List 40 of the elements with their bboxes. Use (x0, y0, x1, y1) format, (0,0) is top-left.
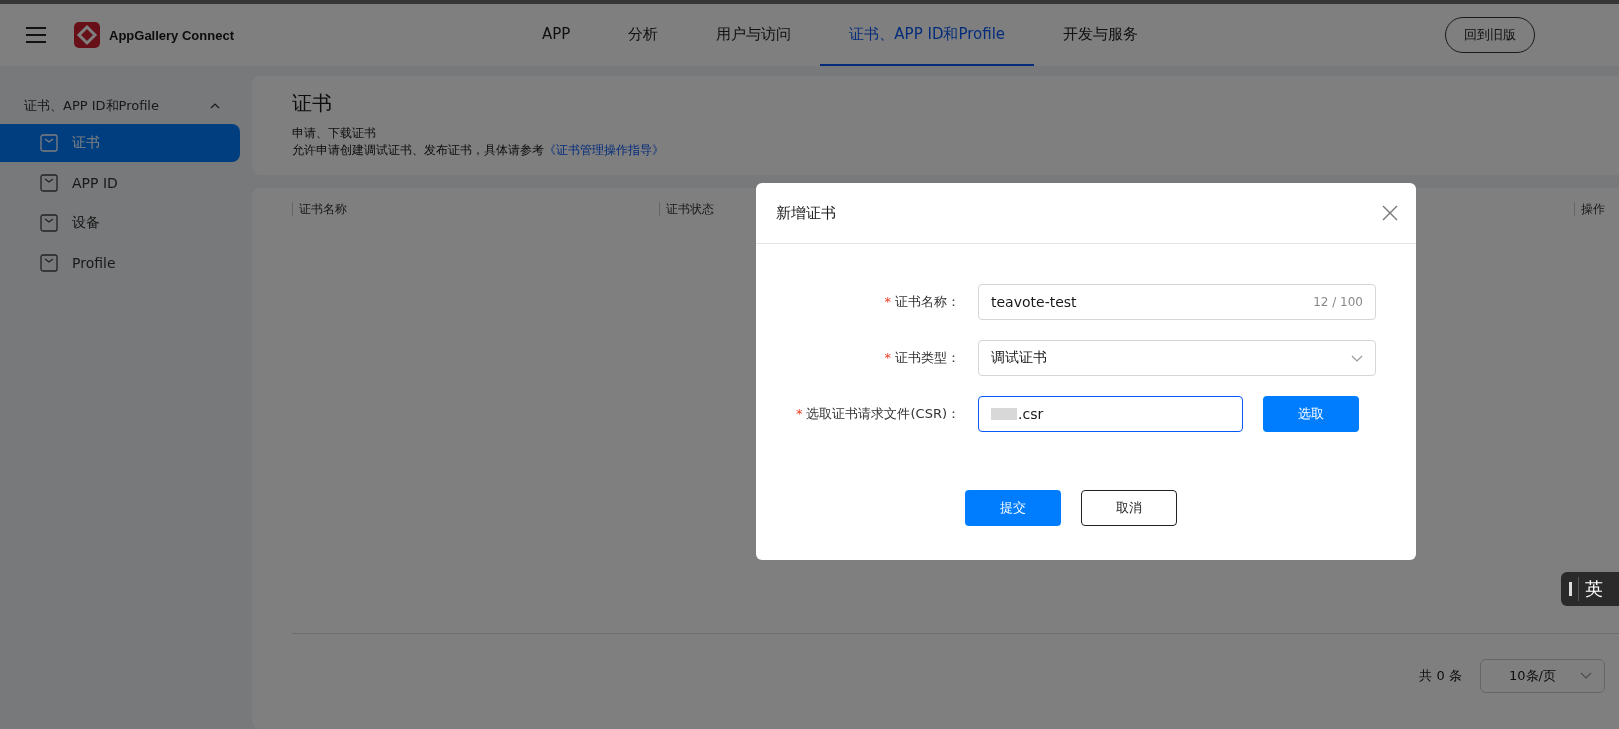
total-count: 共 0 条 (1419, 666, 1462, 685)
chevron-down-icon (1351, 354, 1363, 362)
guide-link[interactable]: 《证书管理操作指导》 (544, 143, 664, 157)
chevron-down-icon (1580, 672, 1592, 679)
nav-tab[interactable]: 分析 (599, 4, 688, 66)
input-method-indicator[interactable]: 英 (1561, 572, 1619, 606)
required-mark: * (796, 406, 803, 421)
sidebar-item[interactable]: APP ID (0, 164, 240, 202)
nav-tab[interactable]: 证书、APP ID和Profile (820, 4, 1035, 66)
cancel-button[interactable]: 取消 (1081, 490, 1177, 526)
file-field[interactable]: .csr (978, 396, 1243, 432)
chevron-icon (210, 103, 220, 109)
nav-tab[interactable]: APP (513, 4, 600, 66)
type-select[interactable]: 调试证书 (978, 340, 1376, 376)
sidebar-item[interactable]: Profile (0, 244, 240, 282)
sidebar-item[interactable]: 证书 (0, 124, 240, 162)
name-field[interactable]: teavote-test 12 / 100 (978, 284, 1376, 320)
sidebar-group[interactable]: 证书、APP ID和Profile (0, 90, 252, 122)
column-header: 证书名称 (292, 202, 659, 216)
field-label: * 证书类型： (883, 349, 961, 367)
page-size-select[interactable]: 10条/页 (1480, 658, 1605, 693)
sidebar-item[interactable]: 设备 (0, 204, 240, 242)
column-header: 操作 (1574, 202, 1605, 216)
page-description: 允许申请创建调试证书、发布证书，具体请参考《证书管理操作指导》 (292, 142, 665, 159)
field-label: * 选取证书请求文件(CSR)： (795, 405, 961, 423)
cursor-icon (1569, 582, 1572, 596)
page-subtitle: 申请、下载证书 (292, 125, 377, 142)
logo-icon (74, 22, 100, 48)
field-label: * 证书名称： (883, 293, 961, 311)
brand-name: AppGallery Connect (109, 27, 235, 43)
close-icon[interactable] (1382, 205, 1398, 221)
required-mark: * (884, 350, 891, 365)
menu-icon[interactable] (26, 27, 46, 43)
choose-file-button[interactable]: 选取 (1263, 396, 1359, 432)
submit-button[interactable]: 提交 (965, 490, 1061, 526)
page-title: 证书 (292, 90, 333, 117)
nav-tab[interactable]: 开发与服务 (1034, 4, 1168, 66)
old-version-button[interactable]: 回到旧版 (1445, 17, 1535, 53)
required-mark: * (884, 294, 891, 309)
nav-tab[interactable]: 用户与访问 (687, 4, 821, 66)
